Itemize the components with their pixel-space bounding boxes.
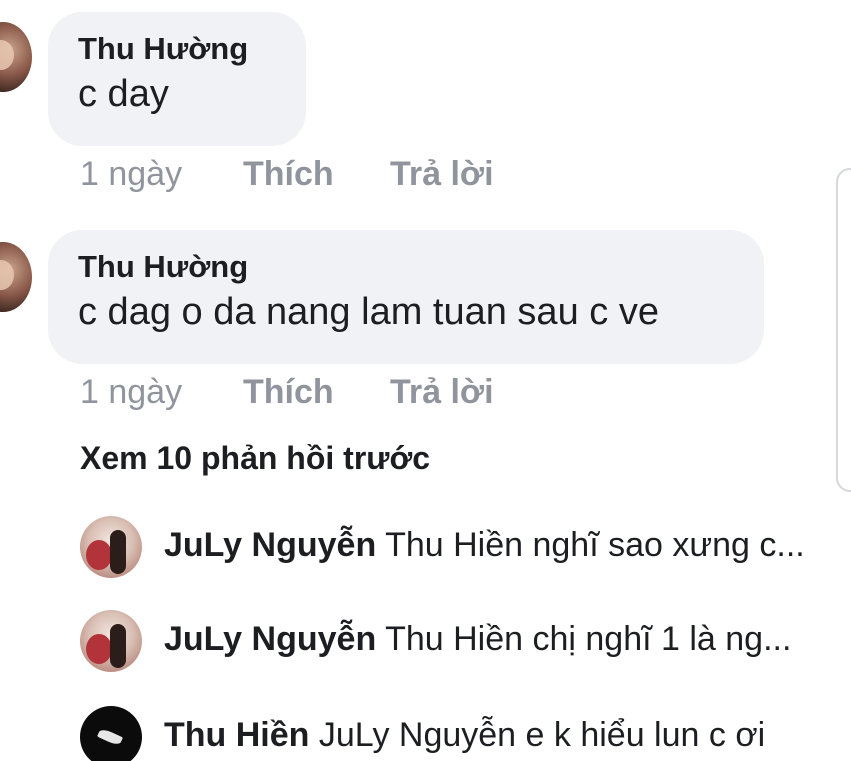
avatar-figure xyxy=(110,530,126,574)
comment-actions: 1 ngày Thích Trả lời xyxy=(80,154,580,194)
comment-timestamp[interactable]: 1 ngày xyxy=(80,154,182,194)
reply-text: JuLy Nguyễn Thu Hiền chị nghĩ 1 là ng... xyxy=(164,620,791,659)
comment-avatar[interactable] xyxy=(0,22,32,92)
reply-text: JuLy Nguyễn Thu Hiền nghĩ sao xưng c... xyxy=(164,526,805,565)
avatar-figure xyxy=(110,624,126,668)
comment-bubble: Thu Hường c day xyxy=(48,12,306,146)
comment-actions: 1 ngày Thích Trả lời xyxy=(80,372,580,412)
reply-item[interactable]: Thu Hiền JuLy Nguyễn e k hiểu lun c ơi xyxy=(80,706,840,761)
comment-timestamp[interactable]: 1 ngày xyxy=(80,372,182,412)
reply-author[interactable]: JuLy Nguyễn xyxy=(164,620,376,658)
avatar-flowers xyxy=(86,634,112,664)
comment-author[interactable]: Thu Hường xyxy=(78,30,278,68)
comment-message: c day xyxy=(78,73,169,115)
comment-message: c dag o da nang lam tuan sau c ve xyxy=(78,291,659,333)
avatar-flowers xyxy=(86,540,112,570)
reply-message: JuLy Nguyễn e k hiểu lun c ơi xyxy=(318,716,766,754)
comment-bubble: Thu Hường c dag o da nang lam tuan sau c… xyxy=(48,230,764,364)
reply-button[interactable]: Trả lời xyxy=(390,154,494,194)
reply-avatar[interactable] xyxy=(80,516,142,578)
avatar-bird xyxy=(97,727,123,747)
reply-item[interactable]: JuLy Nguyễn Thu Hiền chị nghĩ 1 là ng... xyxy=(80,610,840,674)
reply-avatar[interactable] xyxy=(80,610,142,672)
reply-author[interactable]: JuLy Nguyễn xyxy=(164,526,376,564)
reply-button[interactable]: Trả lời xyxy=(390,372,494,412)
reply-message: Thu Hiền chị nghĩ 1 là ng... xyxy=(385,620,792,658)
reply-text: Thu Hiền JuLy Nguyễn e k hiểu lun c ơi xyxy=(164,716,765,755)
like-button[interactable]: Thích xyxy=(243,372,334,412)
reply-author[interactable]: Thu Hiền xyxy=(164,716,309,754)
reply-message: Thu Hiền nghĩ sao xưng c... xyxy=(385,526,805,564)
view-previous-replies-link[interactable]: Xem 10 phản hồi trước xyxy=(80,440,430,477)
comment-author[interactable]: Thu Hường xyxy=(78,248,736,286)
comment-avatar[interactable] xyxy=(0,242,32,312)
like-button[interactable]: Thích xyxy=(243,154,334,194)
comment-thread: Thu Hường c day 1 ngày Thích Trả lời Thu… xyxy=(0,0,851,761)
reply-avatar[interactable] xyxy=(80,706,142,761)
side-panel-edge xyxy=(836,168,851,492)
reply-item[interactable]: JuLy Nguyễn Thu Hiền nghĩ sao xưng c... xyxy=(80,516,840,580)
